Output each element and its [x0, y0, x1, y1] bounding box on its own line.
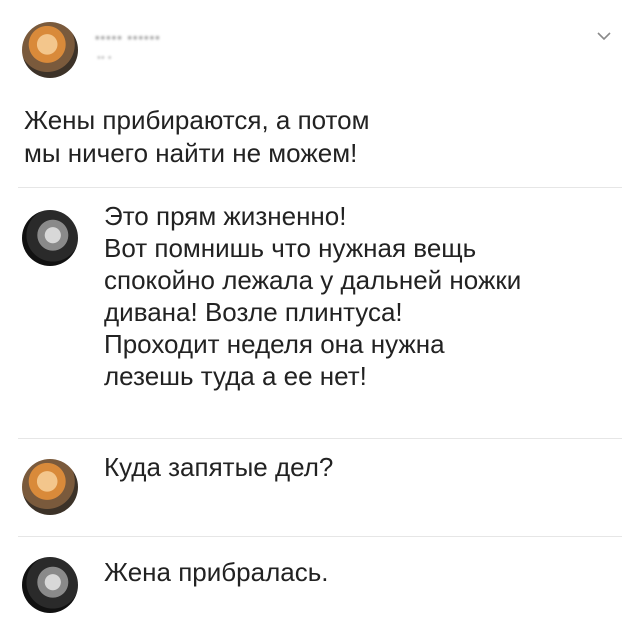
reply-item: Это прям жизненно! Вот помнишь что нужна… — [0, 188, 640, 438]
reply-item: Жена прибралась. — [0, 537, 640, 634]
reply-avatar[interactable] — [22, 459, 78, 515]
author-name[interactable]: ••••• •••••• — [95, 30, 161, 45]
reply-avatar[interactable] — [22, 557, 78, 613]
reply-item: Куда запятые дел? — [0, 439, 640, 536]
chevron-down-icon[interactable] — [596, 30, 612, 42]
post-text: Жены прибираются, а потом мы ничего найт… — [24, 105, 370, 168]
post-header: ••••• •••••• •• • — [0, 0, 640, 90]
reply-avatar[interactable] — [22, 210, 78, 266]
author-meta: •• • — [97, 52, 112, 64]
author-avatar[interactable] — [22, 22, 78, 78]
reply-text: Это прям жизненно! Вот помнишь что нужна… — [104, 201, 522, 391]
reply-text: Жена прибралась. — [104, 557, 329, 587]
reply-text: Куда запятые дел? — [104, 452, 334, 482]
